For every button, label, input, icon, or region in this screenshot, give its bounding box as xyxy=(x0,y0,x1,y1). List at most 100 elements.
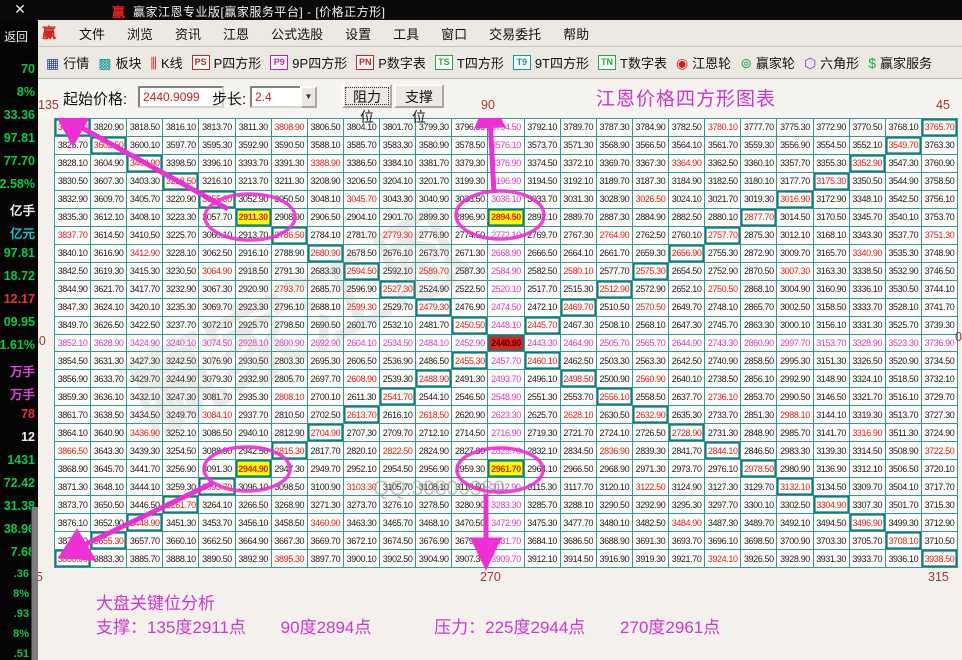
menu-item-工具[interactable]: 工具 xyxy=(393,24,419,43)
toolbar-item-P四方形[interactable]: PSP四方形 xyxy=(192,53,262,72)
menu-item-设置[interactable]: 设置 xyxy=(345,24,371,43)
grid-cell-r16c4: 3247.30 xyxy=(163,388,199,406)
grid-cell-r18c8: 2704.90 xyxy=(308,424,344,442)
grid-cell-r7c8: 2784.10 xyxy=(308,227,344,245)
grid-cell-r10c21: 3004.90 xyxy=(777,281,813,299)
menu-item-帮助[interactable]: 帮助 xyxy=(563,24,589,43)
grid-cell-r22c9: 3273.70 xyxy=(344,496,380,514)
grid-cell-r15c10: 2539.30 xyxy=(380,370,416,388)
grid-cell-r13c20: 2860.90 xyxy=(741,335,777,353)
toolbar-item-K线[interactable]: ⫼K线 xyxy=(151,53,183,72)
menu-item-交易委托[interactable]: 交易委托 xyxy=(489,24,541,43)
close-icon[interactable]: ✕ xyxy=(8,1,32,18)
grid-cell-r15c13: 2493.70 xyxy=(488,370,524,388)
grid-cell-r15c16: 2500.90 xyxy=(597,370,633,388)
grid-cell-r2c20: 3559.30 xyxy=(741,137,777,155)
menu-item-公式选股[interactable]: 公式选股 xyxy=(271,24,323,43)
grid-cell-r19c13: 2829.70 xyxy=(488,442,524,460)
grid-cell-r3c8: 3388.90 xyxy=(308,155,344,173)
grid-cell-r22c11: 3278.50 xyxy=(416,496,452,514)
toolbar-item-T四方形[interactable]: TST四方形 xyxy=(435,53,504,72)
grid-cell-r9c6: 2918.50 xyxy=(236,263,272,281)
grid-cell-r8c6: 2916.10 xyxy=(236,245,272,263)
grid-cell-r25c8: 3897.70 xyxy=(308,550,344,568)
grid-cell-r14c19: 2740.90 xyxy=(705,352,741,370)
grid-cell-r20c23: 3312.10 xyxy=(850,460,886,478)
grid-cell-r24c23: 3705.70 xyxy=(850,532,886,550)
grid-cell-r15c17: 2560.90 xyxy=(633,370,669,388)
grid-cell-r7c2: 3614.50 xyxy=(91,227,127,245)
menu-item-资讯[interactable]: 资讯 xyxy=(175,24,201,43)
grid-cell-r7c13: 2772.10 xyxy=(488,227,524,245)
step-select[interactable]: 2.4 xyxy=(250,86,306,108)
toolbar-item-P数字表[interactable]: PNP数字表 xyxy=(356,53,426,72)
grid-cell-r14c18: 2642.50 xyxy=(669,352,705,370)
grid-cell-r2c1: 3825.70 xyxy=(55,137,91,155)
grid-cell-r14c10: 2536.90 xyxy=(380,352,416,370)
toolbar-item-赢家轮[interactable]: ⊚赢家轮 xyxy=(740,53,795,72)
gann-wheel-icon: ◉ xyxy=(676,56,688,70)
grid-cell-r14c11: 2486.50 xyxy=(416,352,452,370)
toolbar-item-赢家服务[interactable]: $赢家服务 xyxy=(868,53,932,72)
grid-cell-r13c13: 2440.90 xyxy=(488,335,524,353)
grid-cell-r24c10: 3674.50 xyxy=(380,532,416,550)
grid-cell-r1c21: 3775.30 xyxy=(777,119,813,137)
sidebar-scrollbar[interactable] xyxy=(31,507,38,660)
grid-cell-r10c22: 3160.90 xyxy=(814,281,850,299)
grid-cell-r11c19: 2748.10 xyxy=(705,299,741,317)
grid-cell-r23c22: 3494.50 xyxy=(814,514,850,532)
grid-cell-r6c2: 3612.10 xyxy=(91,209,127,227)
toolbar-label: P四方形 xyxy=(214,53,262,72)
grid-cell-r21c25: 3717.70 xyxy=(922,478,958,496)
grid-cell-r19c10: 2822.50 xyxy=(380,442,416,460)
grid-cell-r7c1: 3837.70 xyxy=(55,227,91,245)
chart-title: 江恩价格四方形图表 xyxy=(596,84,776,111)
grid-cell-r3c23: 3352.90 xyxy=(850,155,886,173)
grid-cell-r21c11: 3108.10 xyxy=(416,478,452,496)
resistance-button[interactable]: 阻力位 xyxy=(342,84,392,108)
grid-cell-r24c8: 3669.70 xyxy=(308,532,344,550)
grid-cell-r12c7: 2798.50 xyxy=(272,317,308,335)
grid-cell-r5c2: 3609.70 xyxy=(91,191,127,209)
sidebar-value: 万手 xyxy=(10,361,35,380)
grid-cell-r17c16: 2630.50 xyxy=(597,406,633,424)
grid-cell-r20c20: 2978.50 xyxy=(741,460,777,478)
sidebar-value: .51 xyxy=(14,648,29,660)
toolbar-item-9P四方形[interactable]: P99P四方形 xyxy=(270,53,347,72)
grid-cell-r5c6: 3052.90 xyxy=(236,191,272,209)
grid-cell-r2c2: 3602.50 xyxy=(91,137,127,155)
back-button[interactable]: 返回 xyxy=(0,20,38,45)
sidebar-value: 33.36 xyxy=(4,108,35,122)
grid-cell-r17c22: 3144.10 xyxy=(814,406,850,424)
sidebar-value: 8% xyxy=(13,628,29,640)
toolbar-item-行情[interactable]: ▦行情 xyxy=(46,53,89,72)
grid-cell-r19c21: 2983.30 xyxy=(777,442,813,460)
grid-cell-r10c19: 2750.50 xyxy=(705,281,741,299)
grid-cell-r5c25: 3756.10 xyxy=(922,191,958,209)
grid-cell-r12c9: 2601.70 xyxy=(344,317,380,335)
grid-cell-r9c3: 3415.30 xyxy=(127,263,163,281)
grid-cell-r10c25: 3744.10 xyxy=(922,281,958,299)
toolbar-item-T数字表[interactable]: TNT数字表 xyxy=(598,53,667,72)
grid-cell-r8c11: 2673.70 xyxy=(416,245,452,263)
menu-item-文件[interactable]: 文件 xyxy=(79,24,105,43)
ts-badge-icon: TS xyxy=(435,55,453,70)
menu-item-浏览[interactable]: 浏览 xyxy=(127,24,153,43)
angle-label-45: 45 xyxy=(936,98,950,112)
step-dropdown-arrow-icon[interactable]: ▼ xyxy=(300,86,317,108)
toolbar-item-六角形[interactable]: ⬡六角形 xyxy=(804,53,859,72)
support-button[interactable]: 支撑位 xyxy=(394,84,444,108)
grid-cell-r17c23: 3319.30 xyxy=(850,406,886,424)
grid-cell-r15c8: 2697.70 xyxy=(308,370,344,388)
toolbar-label: 9P四方形 xyxy=(292,53,347,72)
caption-pressure-225: 压力：225度2944点 xyxy=(434,613,585,638)
toolbar-item-江恩轮[interactable]: ◉江恩轮 xyxy=(676,53,731,72)
toolbar-item-板块[interactable]: ▩板块 xyxy=(98,53,141,72)
grid-cell-r4c6: 3213.70 xyxy=(236,173,272,191)
menu-item-窗口[interactable]: 窗口 xyxy=(441,24,467,43)
grid-cell-r16c18: 2637.70 xyxy=(669,388,705,406)
grid-cell-r16c3: 3432.10 xyxy=(127,388,163,406)
toolbar-item-9T四方形[interactable]: T99T四方形 xyxy=(513,53,589,72)
menu-item-江恩[interactable]: 江恩 xyxy=(223,24,249,43)
grid-cell-r3c20: 3360.10 xyxy=(741,155,777,173)
